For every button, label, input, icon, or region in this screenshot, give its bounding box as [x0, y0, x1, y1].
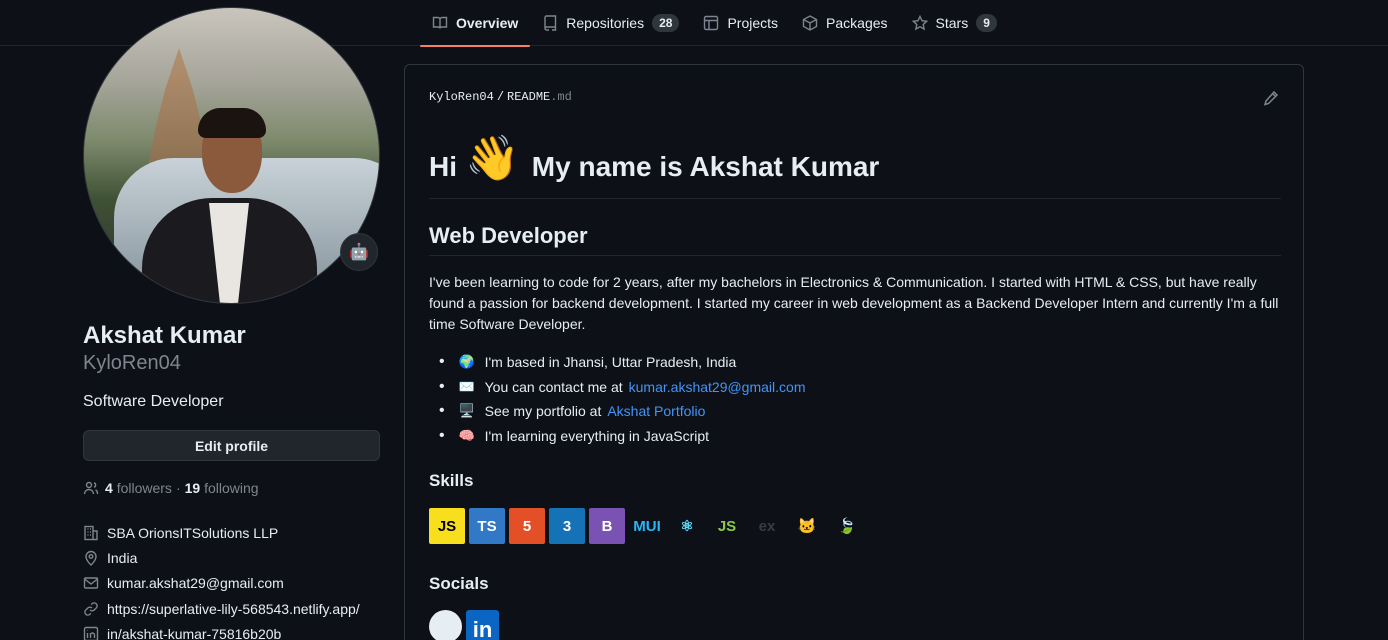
- profile-bio: Software Developer: [83, 393, 224, 410]
- detail-text: in/akshat-kumar-75816b20b: [107, 626, 282, 640]
- detail-location: India: [83, 545, 360, 570]
- crumb-separator: /: [496, 90, 505, 104]
- tab-label: Packages: [826, 15, 888, 31]
- list-item: 🖥️ See my portfolio at Akshat Portfolio: [429, 399, 805, 424]
- crumb-user[interactable]: KyloRen04: [429, 90, 494, 104]
- repo-count-badge: 28: [652, 14, 680, 32]
- crumb-file[interactable]: README: [507, 90, 550, 104]
- edit-readme-button[interactable]: [1263, 90, 1279, 106]
- socials-heading: Socials: [429, 574, 489, 593]
- skills-icons: JS TS 5 3 B MUI ⚛ JS ex 🐱 🍃: [429, 508, 865, 544]
- list-item: ✉️ You can contact me at kumar.akshat29@…: [429, 375, 806, 400]
- following-label: following: [204, 480, 259, 496]
- bootstrap-icon: B: [589, 508, 625, 544]
- socials-icons: in: [429, 610, 499, 640]
- list-text: I'm based in Jhansi, Uttar Pradesh, Indi…: [484, 354, 737, 371]
- location-icon: [85, 550, 97, 567]
- waving-hand-icon: 👋: [465, 133, 520, 183]
- repo-icon: [544, 15, 557, 31]
- tab-repositories[interactable]: Repositories 28: [530, 0, 691, 46]
- people-icon: [83, 481, 99, 495]
- css3-icon: 3: [549, 508, 585, 544]
- skills-heading: Skills: [429, 471, 474, 490]
- javascript-icon: JS: [429, 508, 465, 544]
- mongodb-icon: 🍃: [837, 518, 857, 535]
- organization-icon: [84, 525, 98, 540]
- react-icon: ⚛: [680, 518, 694, 535]
- robot-icon: 🤖: [349, 244, 369, 261]
- star-icon: [911, 15, 928, 31]
- linkedin-icon: [83, 627, 99, 640]
- heading-suffix: My name is Akshat Kumar: [531, 150, 880, 182]
- pencil-icon: [1263, 90, 1279, 106]
- detail-website[interactable]: https://superlative-lily-568543.netlify.…: [83, 596, 360, 621]
- profile-username: KyloRen04: [83, 352, 181, 374]
- list-text: You can contact me at: [484, 378, 623, 395]
- detail-text: kumar.akshat29@gmail.com: [107, 575, 284, 592]
- heading-prefix: Hi: [429, 150, 457, 182]
- readme-heading: Hi 👋 My name is Akshat Kumar: [429, 135, 1281, 199]
- github-icon[interactable]: [429, 610, 462, 640]
- following-link[interactable]: 19 following: [185, 480, 259, 496]
- list-item: 🌍 I'm based in Jhansi, Uttar Pradesh, In…: [429, 350, 805, 375]
- email-link[interactable]: kumar.akshat29@gmail.com: [629, 379, 806, 395]
- typescript-icon: TS: [469, 508, 505, 544]
- readme-list: 🌍 I'm based in Jhansi, Uttar Pradesh, In…: [429, 350, 806, 449]
- list-text: I'm learning everything in JavaScript: [484, 427, 710, 444]
- follow-separator: ·: [175, 480, 181, 496]
- avatar[interactable]: [83, 7, 380, 304]
- detail-organization: SBA OrionsITSolutions LLP: [83, 520, 360, 545]
- readme-panel: KyloRen04 / README.md Hi 👋 My name is Ak…: [404, 64, 1304, 640]
- following-count: 19: [184, 480, 201, 496]
- mail-icon: [83, 577, 99, 590]
- express-icon: ex: [758, 517, 776, 535]
- envelope-icon: ✉️: [458, 378, 475, 394]
- tab-label: Overview: [456, 15, 519, 31]
- html5-icon: 5: [509, 508, 545, 544]
- detail-text: India: [107, 550, 138, 567]
- brain-icon: 🧠: [458, 427, 475, 443]
- tab-label: Stars: [935, 15, 969, 31]
- linkedin-icon[interactable]: in: [466, 610, 499, 640]
- portfolio-link[interactable]: Akshat Portfolio: [607, 403, 705, 419]
- mui-icon: MUI: [633, 517, 661, 535]
- followers-link[interactable]: 4 followers: [105, 480, 172, 496]
- nodejs-icon: JS: [717, 517, 737, 535]
- readme-breadcrumb: KyloRen04 / README.md: [429, 90, 572, 104]
- profile-details: SBA OrionsITSolutions LLP India kumar.ak…: [83, 520, 360, 640]
- computer-icon: 🖥️: [458, 403, 475, 419]
- list-item: 🧠 I'm learning everything in JavaScript: [429, 424, 805, 449]
- table-icon: [704, 15, 719, 31]
- profile-fullname: Akshat Kumar: [83, 322, 246, 349]
- tab-label: Repositories: [566, 15, 645, 31]
- package-icon: [802, 15, 818, 31]
- stars-count-badge: 9: [976, 14, 997, 32]
- nestjs-icon: 🐱: [797, 518, 817, 535]
- readme-subheading: Web Developer: [429, 223, 1281, 256]
- detail-email[interactable]: kumar.akshat29@gmail.com: [83, 571, 360, 596]
- edit-profile-button[interactable]: Edit profile: [83, 430, 380, 461]
- tab-projects[interactable]: Projects: [691, 0, 790, 46]
- tab-overview[interactable]: Overview: [420, 0, 531, 47]
- link-icon: [84, 602, 98, 616]
- followers-count: 4: [105, 480, 113, 496]
- detail-text: https://superlative-lily-568543.netlify.…: [107, 600, 360, 617]
- book-icon: [432, 16, 448, 29]
- tab-packages[interactable]: Packages: [790, 0, 899, 46]
- globe-icon: 🌍: [458, 354, 475, 370]
- tab-label: Projects: [727, 15, 779, 31]
- detail-linkedin[interactable]: in/akshat-kumar-75816b20b: [83, 622, 360, 640]
- status-emoji-button[interactable]: 🤖: [340, 233, 378, 271]
- followers-label: followers: [116, 480, 172, 496]
- list-text: See my portfolio at: [484, 403, 602, 420]
- tab-stars[interactable]: Stars 9: [900, 0, 1009, 46]
- detail-text: SBA OrionsITSolutions LLP: [107, 524, 279, 541]
- follow-stats: 4 followers · 19 following: [83, 480, 259, 496]
- crumb-ext: .md: [550, 90, 572, 104]
- readme-paragraph: I've been learning to code for 2 years, …: [429, 274, 1279, 332]
